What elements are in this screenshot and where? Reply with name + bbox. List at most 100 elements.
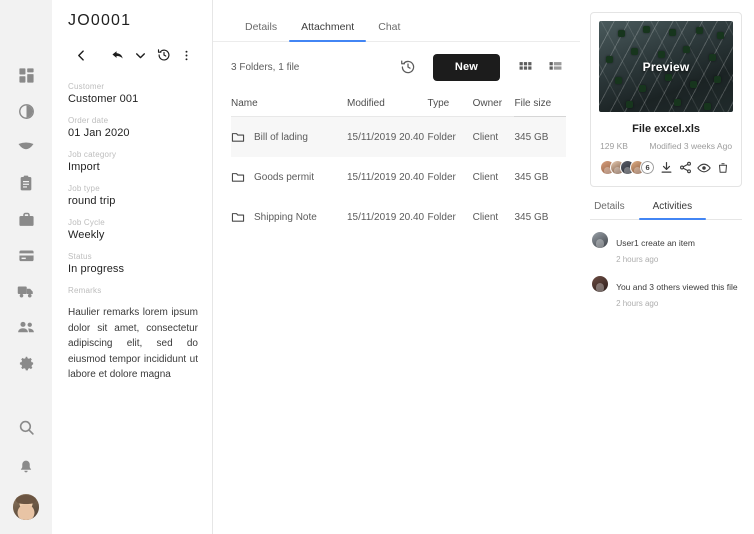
cell-size: 345 GB	[514, 157, 566, 197]
activity-time: 2 hours ago	[616, 255, 695, 265]
truck-icon[interactable]	[13, 278, 39, 304]
file-info-panel: Preview File excel.xls 129 KB Modified 3…	[580, 0, 754, 534]
field-label: Order date	[68, 116, 198, 125]
activity-list: User1 create an item 2 hours ago You and…	[590, 232, 742, 309]
field-customer: Customer Customer 001	[68, 82, 198, 105]
column-header-owner[interactable]: Owner	[473, 98, 515, 117]
map-tree	[709, 54, 716, 61]
avatar-overflow-badge[interactable]: 6	[640, 160, 655, 175]
folder-icon	[231, 130, 245, 144]
share-icon[interactable]	[676, 158, 695, 177]
primary-nav-rail	[0, 0, 52, 534]
field-label: Job category	[68, 150, 198, 159]
preview-image[interactable]: Preview	[599, 21, 733, 112]
field-label: Status	[68, 252, 198, 261]
list-view-icon[interactable]	[544, 56, 566, 78]
content-tabs: Details Attachment Chat	[213, 0, 580, 42]
table-row[interactable]: Shipping Note 15/11/2019 20.40 Folder Cl…	[231, 197, 566, 237]
history-icon[interactable]	[152, 44, 175, 66]
file-name: Bill of lading	[254, 132, 308, 143]
app-root: JO0001 Customer Customer 001	[0, 0, 754, 534]
dashboard-icon[interactable]	[13, 62, 39, 88]
map-tree	[639, 85, 646, 92]
activity-text: User1 create an item 2 hours ago	[616, 232, 695, 265]
map-tree	[626, 101, 633, 108]
activity-text: You and 3 others viewed this file 2 hour…	[616, 276, 738, 309]
gear-icon[interactable]	[13, 350, 39, 376]
table-row[interactable]: Goods permit 15/11/2019 20.40 Folder Cli…	[231, 157, 566, 197]
info-tabs: Details Activities	[590, 201, 742, 220]
tab-attachment[interactable]: Attachment	[289, 21, 366, 41]
avatar-hair	[16, 495, 36, 504]
file-name: Goods permit	[254, 172, 314, 183]
cell-type: Folder	[428, 157, 473, 197]
cell-size: 345 GB	[514, 197, 566, 237]
map-tree	[631, 48, 638, 55]
avatar[interactable]	[13, 494, 39, 520]
page-title: JO0001	[68, 12, 198, 30]
activity-title: You and 3 others viewed this file	[616, 282, 738, 292]
new-button[interactable]: New	[433, 54, 500, 81]
column-header-type[interactable]: Type	[428, 98, 473, 117]
field-value: Import	[68, 161, 198, 173]
clipboard-icon[interactable]	[13, 170, 39, 196]
field-value: Customer 001	[68, 93, 198, 105]
map-tree	[717, 32, 724, 39]
detail-toolbar	[68, 44, 198, 66]
cell-owner: Client	[473, 157, 515, 197]
remarks-label: Remarks	[68, 286, 198, 295]
preview-file-name: File excel.xls	[599, 123, 733, 135]
back-icon[interactable]	[70, 44, 93, 66]
tab-details[interactable]: Details	[231, 21, 289, 41]
reply-icon[interactable]	[106, 44, 129, 66]
map-tree	[683, 46, 690, 53]
collaborator-avatars[interactable]: 6	[600, 160, 657, 175]
table-row[interactable]: Bill of lading 15/11/2019 20.40 Folder C…	[231, 117, 566, 158]
file-modified-label: Modified 3 weeks Ago	[649, 141, 732, 151]
tab-activities[interactable]: Activities	[639, 201, 706, 219]
activity-avatar	[592, 276, 608, 292]
history-icon[interactable]	[395, 54, 421, 80]
people-icon[interactable]	[13, 314, 39, 340]
map-tree	[696, 27, 703, 34]
field-label: Customer	[68, 82, 198, 91]
view-toggle-group	[514, 56, 566, 78]
more-vertical-icon[interactable]	[175, 44, 198, 66]
chevron-down-icon[interactable]	[129, 44, 152, 66]
field-job-category: Job category Import	[68, 150, 198, 173]
tab-chat[interactable]: Chat	[366, 21, 412, 41]
detail-fields: Customer Customer 001 Order date 01 Jan …	[68, 82, 198, 383]
preview-label: Preview	[643, 60, 690, 74]
folder-icon	[231, 170, 245, 184]
pie-chart-icon[interactable]	[13, 98, 39, 124]
file-size-label: 129 KB	[600, 141, 628, 151]
search-icon[interactable]	[13, 414, 39, 440]
trash-icon[interactable]	[713, 158, 732, 177]
eye-icon[interactable]	[695, 158, 714, 177]
download-icon[interactable]	[657, 158, 676, 177]
cell-owner: Client	[473, 197, 515, 237]
column-header-name[interactable]: Name	[231, 98, 347, 117]
cell-name: Goods permit	[231, 157, 347, 197]
signal-icon[interactable]	[13, 134, 39, 160]
map-tree	[606, 56, 613, 63]
bell-icon[interactable]	[13, 454, 39, 480]
field-remarks: Remarks Haulier remarks lorem ipsum dolo…	[68, 286, 198, 383]
column-header-file-size[interactable]: File size	[514, 98, 566, 117]
field-status: Status In progress	[68, 252, 198, 275]
list-item[interactable]: User1 create an item 2 hours ago	[590, 232, 742, 265]
field-label: Job Cycle	[68, 218, 198, 227]
file-toolbar: 3 Folders, 1 file New	[213, 42, 580, 92]
cell-type: Folder	[428, 117, 473, 158]
map-tree	[618, 30, 625, 37]
credit-card-icon[interactable]	[13, 242, 39, 268]
file-count-label: 3 Folders, 1 file	[231, 62, 299, 73]
tab-details[interactable]: Details	[592, 201, 639, 219]
map-tree	[714, 76, 721, 83]
list-item[interactable]: You and 3 others viewed this file 2 hour…	[590, 276, 742, 309]
map-tree	[665, 74, 672, 81]
grid-view-icon[interactable]	[514, 56, 536, 78]
column-header-modified[interactable]: Modified	[347, 98, 428, 117]
briefcase-icon[interactable]	[13, 206, 39, 232]
cell-modified: 15/11/2019 20.40	[347, 117, 428, 158]
